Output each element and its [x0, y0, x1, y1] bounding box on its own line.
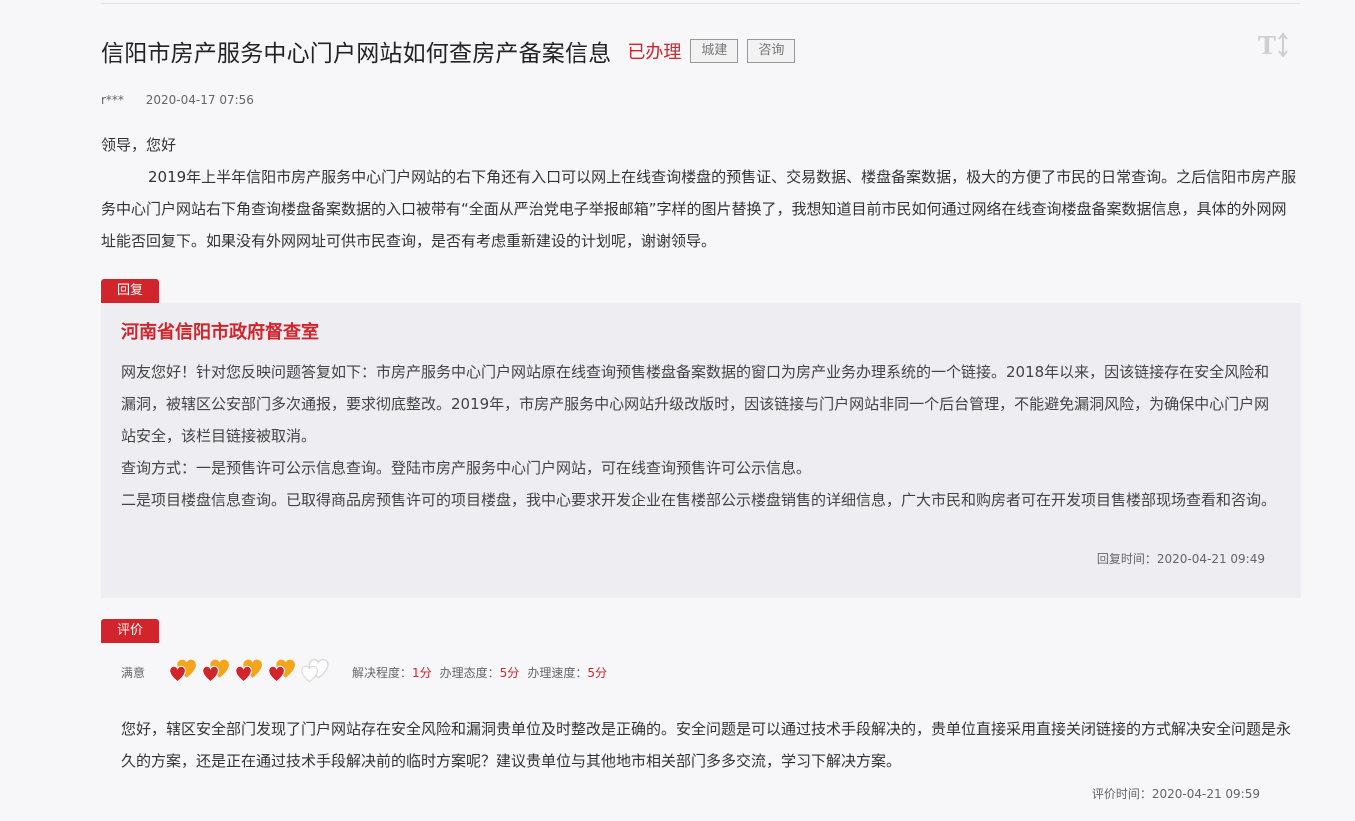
tag-chengjian[interactable]: 城建 — [690, 39, 739, 63]
question-body: 2019年上半年信阳市房产服务中心门户网站的右下角还有入口可以网上在线查询楼盘的… — [101, 168, 1297, 250]
heart-empty-icon — [301, 658, 329, 682]
title-row: 信阳市房产服务中心门户网站如何查房产备案信息 已办理 城建 咨询 — [101, 34, 796, 68]
evaluation-text: 您好，辖区安全部门发现了门户网站存在安全风险和漏洞贵单位及时整改是正确的。安全问… — [121, 720, 1292, 770]
reply-paragraph: 二是项目楼盘信息查询。已取得商品房预售许可的项目楼盘，我中心要求开发企业在售楼部… — [121, 491, 1277, 509]
font-size-toggle-icon[interactable]: T — [1256, 30, 1292, 60]
evaluation-badge: 评价 — [101, 619, 159, 643]
tag-zixun[interactable]: 咨询 — [747, 39, 796, 63]
reply-box: 河南省信阳市政府督查室 网友您好！针对您反映问题答复如下：市房产服务中心门户网站… — [101, 303, 1301, 598]
evaluation-row: 满意 解决程度：1分 办理态度：5分 办理速度：5分 — [121, 656, 615, 688]
status-label: 已办理 — [627, 42, 682, 63]
reply-paragraph: 网友您好！针对您反映问题答复如下：市房产服务中心门户网站原在线查询预售楼盘备案数… — [121, 363, 1270, 445]
reply-org: 河南省信阳市政府督查室 — [121, 322, 319, 343]
score-attitude: 办理态度：5分 — [439, 665, 520, 680]
reply-paragraph: 查询方式：一是预售许可公示信息查询。登陆市房产服务中心门户网站，可在线查询预售许… — [121, 459, 812, 477]
svg-text:T: T — [1258, 31, 1276, 60]
question-greeting: 领导，您好 — [101, 136, 177, 154]
reply-body: 网友您好！针对您反映问题答复如下：市房产服务中心门户网站原在线查询预售楼盘备案数… — [121, 356, 1281, 516]
heart-filled-icon — [169, 659, 196, 682]
heart-rating — [167, 657, 332, 688]
evaluation-time: 评价时间：2020-04-21 09:59 — [1091, 787, 1260, 801]
score-speed: 办理速度：5分 — [527, 665, 607, 680]
reply-badge: 回复 — [101, 279, 159, 303]
page-title: 信阳市房产服务中心门户网站如何查房产备案信息 — [101, 41, 612, 67]
top-divider — [101, 3, 1300, 4]
heart-filled-icon — [268, 659, 295, 682]
author: r*** — [101, 93, 124, 107]
post-meta: r*** 2020-04-17 07:56 — [101, 93, 272, 107]
post-date: 2020-04-17 07:56 — [145, 93, 254, 107]
satisfaction-label: 满意 — [121, 665, 146, 680]
heart-filled-icon — [202, 659, 229, 682]
reply-time: 回复时间：2020-04-21 09:49 — [1096, 552, 1265, 566]
score-resolution: 解决程度：1分 — [352, 665, 432, 680]
question-content: 领导，您好 2019年上半年信阳市房产服务中心门户网站的右下角还有入口可以网上在… — [101, 129, 1301, 257]
heart-filled-icon — [235, 659, 262, 682]
